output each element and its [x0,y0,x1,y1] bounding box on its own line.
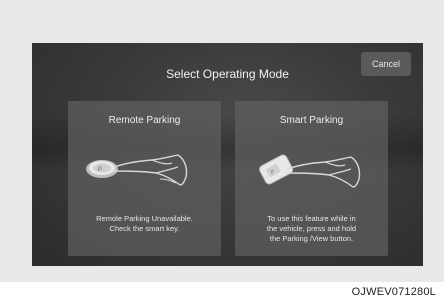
remote-parking-option[interactable]: Remote Parking P Remole Parking Unavaila… [68,101,221,256]
smart-parking-desc-line: the vehicle, press and hold [266,224,357,233]
smart-parking-title: Smart Parking [279,115,344,126]
figure-code: OJWEV071280L [351,286,436,298]
figure-frame: Select Operating Mode Cancel Remote Park… [0,0,444,282]
svg-text:P: P [98,167,102,173]
smart-parking-desc-line: the Parking /View button. [269,234,354,243]
finger-pressing-key-icon: P [259,154,361,188]
remote-parking-desc-line: Remole Parking Unavailable. [96,214,193,223]
smart-parking-description: To use this feature while in the vehicle… [241,214,382,244]
display-screen: Select Operating Mode Cancel Remote Park… [32,43,423,266]
smart-parking-option[interactable]: Smart Parking P To use this feature whil… [235,101,388,256]
remote-parking-title: Remote Parking [108,115,181,126]
cancel-button[interactable]: Cancel [361,52,411,76]
finger-pressing-button-icon: P [86,154,188,186]
remote-parking-description: Remole Parking Unavailable. Check the sm… [74,214,215,234]
remote-parking-desc-line: Check the smart key. [109,224,180,233]
smart-parking-desc-line: To use this feature while in [267,214,356,223]
